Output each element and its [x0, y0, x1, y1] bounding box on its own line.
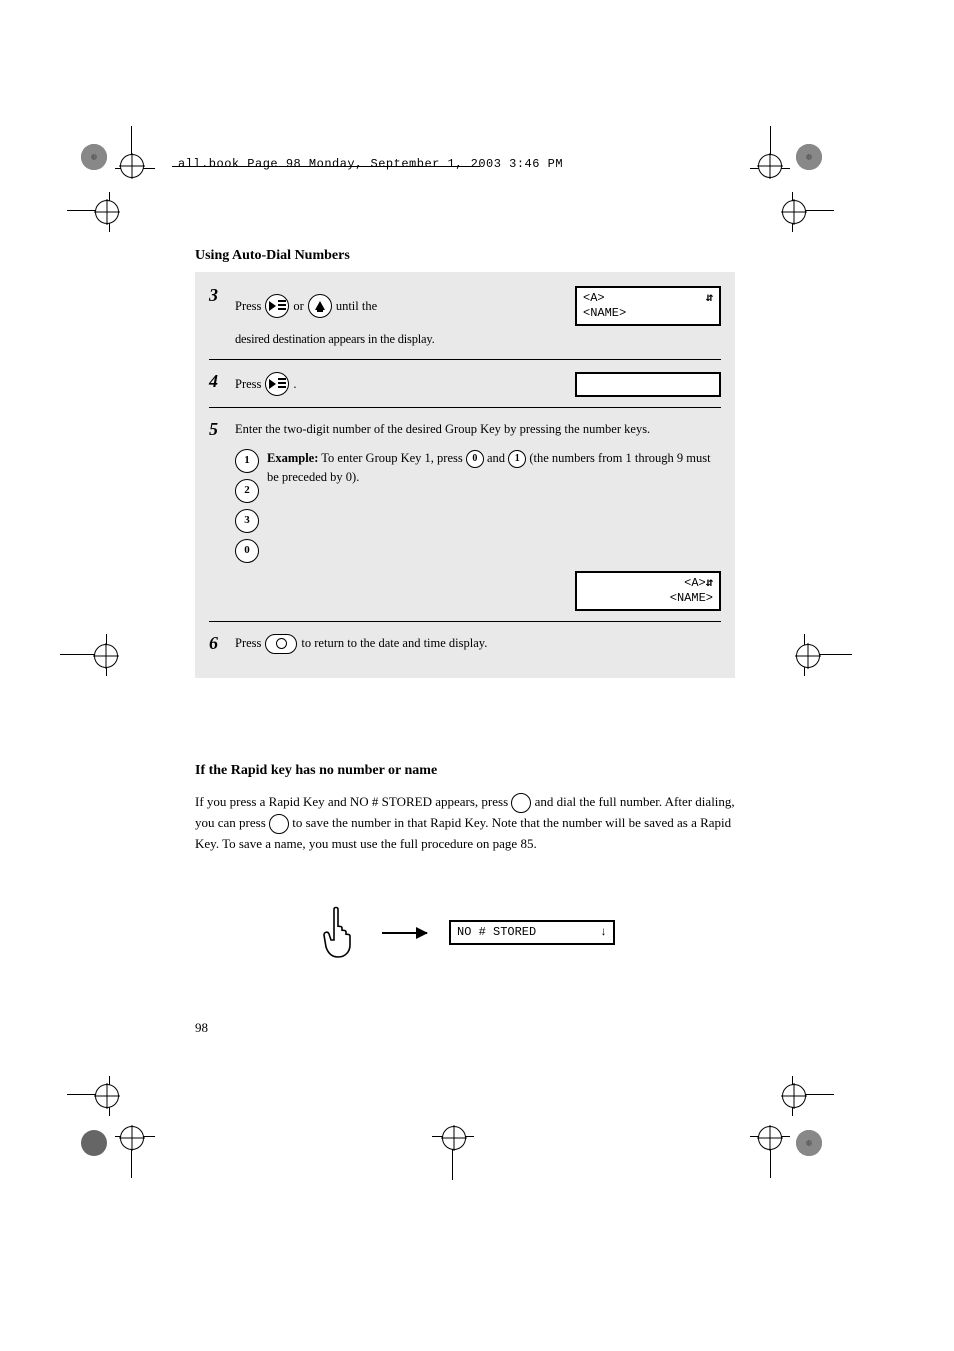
updown-icon: ⇵	[706, 576, 713, 591]
numkey-icon: 2	[235, 479, 259, 503]
page: all.book Page 98 Monday, September 1, 20…	[0, 0, 954, 1351]
print-registration-mark	[78, 640, 148, 710]
lcd-line: <NAME>	[583, 306, 626, 320]
key-icon	[511, 793, 531, 813]
lcd-display: NO # STORED ↓	[449, 920, 615, 945]
arrow-icon	[382, 932, 427, 934]
print-registration-mark	[438, 1126, 508, 1196]
step-number: 4	[209, 372, 225, 392]
lcd-line: <NAME>	[670, 591, 713, 605]
print-registration-mark	[790, 1126, 860, 1196]
step-number: 5	[209, 420, 225, 440]
numkey-0-icon: 0	[466, 450, 484, 468]
step-5-ex-pre: Example:	[267, 451, 318, 465]
step-5: 5 Enter the two-digit number of the desi…	[209, 407, 721, 621]
numkey-icon: 3	[235, 509, 259, 533]
lcd-display	[575, 372, 721, 397]
stop-key-icon	[265, 634, 297, 654]
step-4-text-a: Press	[235, 375, 261, 394]
step-5-ex-text-1: To enter Group Key 1, press	[321, 451, 466, 465]
step-5-ex-text-2: and	[487, 451, 508, 465]
step-4-text-b: .	[293, 375, 296, 394]
step-number: 3	[209, 286, 225, 306]
step-3-text-d: desired destination appears in the displ…	[235, 330, 721, 349]
step-number: 6	[209, 634, 225, 654]
speed-dial-key-icon	[265, 294, 289, 318]
speed-dial-key-icon	[265, 372, 289, 396]
step-6: 6 Press to return to the date and time d…	[209, 621, 721, 664]
up-arrow-key-icon	[308, 294, 332, 318]
header-text: all.book Page 98 Monday, September 1, 20…	[178, 157, 563, 171]
print-registration-mark	[800, 196, 870, 266]
hand-icon	[320, 905, 360, 960]
updown-icon: ⇵	[706, 291, 713, 306]
numkey-icon: 0	[235, 539, 259, 563]
subhead-text: If the Rapid key has no number or name	[195, 760, 735, 782]
step-6-text-a: Press	[235, 634, 261, 653]
numkey-1-icon: 1	[508, 450, 526, 468]
step-3-text-c: until the	[336, 297, 377, 316]
step-3-text-b: or	[293, 297, 303, 316]
step-6-text-b: to return to the date and time display.	[301, 634, 487, 653]
lcd-line: <A>	[684, 576, 706, 590]
steps-panel: 3 Press or until the <A>⇵ <NAME> desired…	[195, 272, 735, 678]
page-number: 98	[195, 1020, 208, 1036]
lcd-display: <A> ⇵ <NAME>	[575, 286, 721, 326]
step-5-lead: Enter the two-digit number of the desire…	[235, 420, 721, 439]
step-3: 3 Press or until the <A> ⇵ <NAME> desired…	[209, 278, 721, 359]
step-3-text-a: Press	[235, 297, 261, 316]
print-registration-mark	[808, 640, 878, 710]
print-registration-mark	[85, 196, 155, 266]
step-4: 4 Press .	[209, 359, 721, 407]
print-registration-mark	[85, 1126, 155, 1196]
lcd-text: NO # STORED	[457, 925, 536, 939]
lcd-line: <A>	[583, 291, 605, 305]
hand-figure: NO # STORED ↓	[320, 905, 620, 960]
main-content: Using Auto-Dial Numbers 3 Press or until…	[195, 248, 735, 678]
sub-heading: If the Rapid key has no number or name I…	[195, 760, 735, 854]
key-icon	[269, 814, 289, 834]
numkey-icon: 1	[235, 449, 259, 473]
lcd-display: <A>⇵ <NAME>	[575, 571, 721, 611]
section-title: Using Auto-Dial Numbers	[195, 248, 735, 264]
